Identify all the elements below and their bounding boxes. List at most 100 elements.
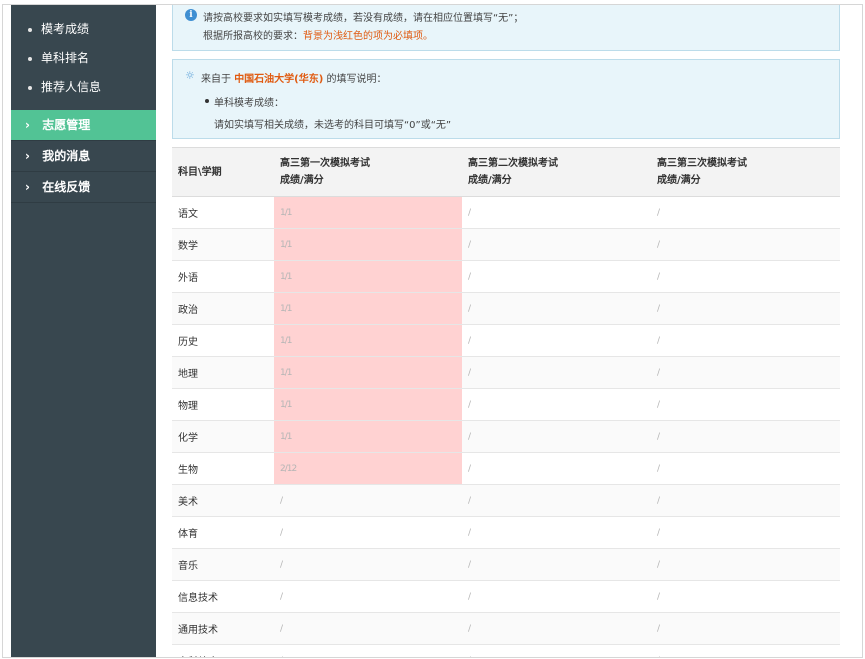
- score-value: /: [657, 336, 660, 346]
- notice-line-2: 根据所报高校的要求：背景为浅红色的项为必填项。: [203, 27, 433, 42]
- score-value: 1/1: [280, 208, 293, 218]
- score-value: /: [657, 432, 660, 442]
- score-input-cell[interactable]: /: [651, 260, 840, 293]
- score-input-cell[interactable]: /: [274, 580, 462, 613]
- sidebar-item-application-management[interactable]: › 志愿管理: [11, 110, 156, 141]
- score-input-cell[interactable]: /: [462, 228, 651, 261]
- score-input-cell[interactable]: /: [274, 644, 462, 657]
- score-value: /: [468, 528, 471, 538]
- notice-box: i 请按高校要求如实填写模考成绩，若没有成绩，请在相应位置填写“无”； 根据所报…: [172, 5, 840, 51]
- column-header-mock-3: 高三第三次模拟考试 成绩/满分: [651, 147, 840, 197]
- score-value: /: [280, 656, 283, 657]
- score-input-cell[interactable]: 1/1: [274, 292, 462, 325]
- subject-cell: 语文: [172, 196, 274, 229]
- instruction-box: ☼ 来自于 中国石油大学(华东) 的填写说明： 单科模考成绩： 请如实填写相关成…: [172, 59, 840, 139]
- table-row: 语文 1/1 / /: [172, 196, 840, 229]
- score-input-cell[interactable]: /: [462, 196, 651, 229]
- score-input-cell[interactable]: /: [651, 452, 840, 485]
- score-input-cell[interactable]: /: [651, 484, 840, 517]
- score-value: 1/1: [280, 336, 293, 346]
- column-header-line: 成绩/满分: [468, 175, 512, 186]
- score-input-cell[interactable]: 2/12: [274, 452, 462, 485]
- subject-cell: 信息技术: [172, 580, 274, 613]
- score-value: /: [468, 656, 471, 657]
- score-input-cell[interactable]: /: [274, 484, 462, 517]
- score-input-cell[interactable]: 1/1: [274, 196, 462, 229]
- score-value: /: [280, 560, 283, 570]
- chevron-right-icon: ›: [25, 149, 30, 163]
- sidebar-sub-item-referrer-info[interactable]: 推荐人信息: [11, 73, 156, 102]
- sidebar-sub-item-subject-ranking[interactable]: 单科排名: [11, 44, 156, 73]
- score-value: 1/1: [280, 400, 293, 410]
- score-input-cell[interactable]: /: [462, 388, 651, 421]
- score-value: 1/1: [280, 240, 293, 250]
- score-input-cell[interactable]: /: [651, 516, 840, 549]
- score-value: /: [468, 304, 471, 314]
- score-input-cell[interactable]: /: [462, 356, 651, 389]
- score-input-cell[interactable]: 1/1: [274, 356, 462, 389]
- subject-cell: 数学: [172, 228, 274, 261]
- column-header-mock-2: 高三第二次模拟考试 成绩/满分: [462, 147, 651, 197]
- score-input-cell[interactable]: /: [462, 452, 651, 485]
- score-input-cell[interactable]: /: [462, 292, 651, 325]
- score-value: /: [468, 560, 471, 570]
- score-input-cell[interactable]: /: [462, 644, 651, 657]
- score-input-cell[interactable]: /: [462, 612, 651, 645]
- score-input-cell[interactable]: /: [651, 644, 840, 657]
- instruction-bullet-title: 单科模考成绩：: [214, 98, 284, 109]
- browser-frame: 模考成绩 单科排名 推荐人信息 › 志愿管理 › 我的消息 › 在线反馈 i 请…: [2, 4, 863, 658]
- score-input-cell[interactable]: 1/1: [274, 388, 462, 421]
- subject-cell: 体育: [172, 516, 274, 549]
- subject-cell: 音乐: [172, 548, 274, 581]
- score-input-cell[interactable]: 1/1: [274, 228, 462, 261]
- score-input-cell[interactable]: /: [462, 580, 651, 613]
- table-row: 体育 / / /: [172, 516, 840, 549]
- score-input-cell[interactable]: /: [651, 324, 840, 357]
- score-input-cell[interactable]: /: [651, 612, 840, 645]
- score-input-cell[interactable]: /: [462, 260, 651, 293]
- table-row: 文科综合 / / /: [172, 644, 840, 657]
- sidebar-item-my-messages[interactable]: › 我的消息: [11, 141, 156, 172]
- subject-cell: 美术: [172, 484, 274, 517]
- score-input-cell[interactable]: /: [274, 548, 462, 581]
- score-input-cell[interactable]: /: [462, 516, 651, 549]
- sidebar-sub-item-mock-scores[interactable]: 模考成绩: [11, 15, 156, 44]
- subject-cell: 文科综合: [172, 644, 274, 657]
- score-input-cell[interactable]: /: [651, 356, 840, 389]
- score-input-cell[interactable]: /: [651, 196, 840, 229]
- score-input-cell[interactable]: 1/1: [274, 324, 462, 357]
- score-value: /: [657, 656, 660, 657]
- score-input-cell[interactable]: 1/1: [274, 420, 462, 453]
- instruction-title: 来自于 中国石油大学(华东) 的填写说明：: [201, 70, 387, 85]
- score-input-cell[interactable]: /: [651, 228, 840, 261]
- score-input-cell[interactable]: 1/1: [274, 260, 462, 293]
- column-header-line: 高三第一次模拟考试: [280, 158, 370, 169]
- lightbulb-icon: ☼: [185, 69, 195, 82]
- score-input-cell[interactable]: /: [651, 420, 840, 453]
- score-input-cell[interactable]: /: [462, 484, 651, 517]
- sidebar-item-label: 我的消息: [42, 149, 91, 163]
- subject-cell: 生物: [172, 452, 274, 485]
- score-input-cell[interactable]: /: [651, 388, 840, 421]
- score-input-cell[interactable]: /: [274, 516, 462, 549]
- bullet-icon: [28, 57, 32, 61]
- table-row: 化学 1/1 / /: [172, 420, 840, 453]
- table-row: 通用技术 / / /: [172, 612, 840, 645]
- main-content: i 请按高校要求如实填写模考成绩，若没有成绩，请在相应位置填写“无”； 根据所报…: [172, 5, 840, 657]
- score-value: /: [657, 592, 660, 602]
- score-value: 1/1: [280, 368, 293, 378]
- score-value: /: [657, 400, 660, 410]
- score-input-cell[interactable]: /: [462, 548, 651, 581]
- score-value: /: [657, 496, 660, 506]
- score-input-cell[interactable]: /: [651, 580, 840, 613]
- score-input-cell[interactable]: /: [462, 324, 651, 357]
- instruction-prefix: 来自于: [201, 74, 231, 85]
- score-input-cell[interactable]: /: [462, 420, 651, 453]
- score-input-cell[interactable]: /: [651, 292, 840, 325]
- score-value: /: [657, 624, 660, 634]
- score-input-cell[interactable]: /: [274, 612, 462, 645]
- subject-cell: 通用技术: [172, 612, 274, 645]
- score-value: 1/1: [280, 272, 293, 282]
- sidebar-item-online-feedback[interactable]: › 在线反馈: [11, 172, 156, 203]
- score-input-cell[interactable]: /: [651, 548, 840, 581]
